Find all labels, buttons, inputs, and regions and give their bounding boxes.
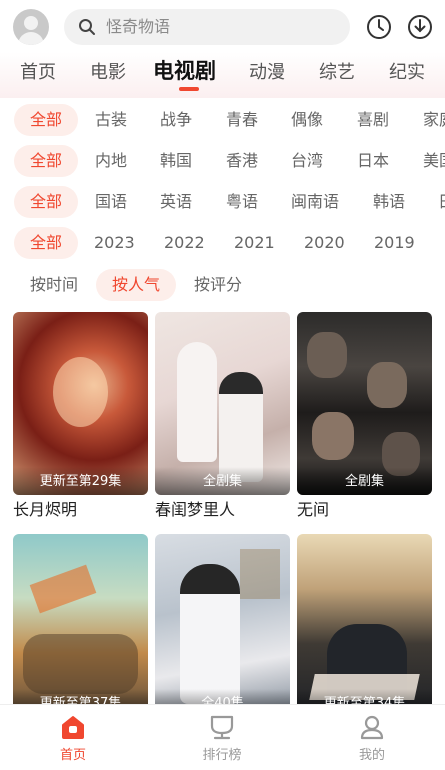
show-title: 长月烬明 [13, 500, 78, 519]
year-filter-row: 全部 2023 2022 2021 2020 2019 [0, 227, 445, 259]
language-filter-row: 全部 国语 英语 粤语 闽南语 韩语 日语 [0, 186, 445, 218]
year-chip[interactable]: 2021 [234, 227, 275, 259]
region-chip[interactable]: 韩国 [160, 145, 192, 177]
year-chip-all[interactable]: 全部 [14, 227, 79, 259]
poster-art [240, 549, 280, 599]
year-chip[interactable]: 2022 [164, 227, 205, 259]
language-chip[interactable]: 韩语 [373, 186, 405, 218]
bottom-navigation: 首页 排行榜 我的 [0, 704, 445, 770]
genre-filter-row: 全部 古装 战争 青春 偶像 喜剧 家庭 [0, 104, 445, 136]
poster-art [180, 564, 240, 704]
show-poster[interactable]: 更新至第34集 [297, 534, 432, 704]
sort-row: 按时间 按人气 按评分 [0, 269, 445, 301]
poster-art [177, 342, 217, 462]
poster-art [367, 362, 407, 408]
year-chip[interactable]: 2023 [94, 227, 135, 259]
episode-badge: 更新至第34集 [297, 689, 432, 704]
genre-chip[interactable]: 喜剧 [357, 104, 389, 136]
language-chip-all[interactable]: 全部 [14, 186, 79, 218]
show-poster[interactable]: 更新至第29集 [13, 312, 148, 495]
region-chip[interactable]: 内地 [95, 145, 127, 177]
episode-badge: 全剧集 [297, 467, 432, 495]
region-filter-row: 全部 内地 韩国 香港 台湾 日本 美国 [0, 145, 445, 177]
tab-tv-series[interactable]: 电视剧 [153, 58, 216, 84]
region-chip[interactable]: 香港 [226, 145, 258, 177]
nav-ranking-label: 排行榜 [202, 748, 242, 763]
avatar-body-shape [18, 32, 44, 45]
poster-art [23, 634, 138, 694]
show-poster[interactable]: 全剧集 [155, 312, 290, 495]
sort-by-time[interactable]: 按时间 [30, 269, 78, 301]
episode-badge: 全40集 [155, 689, 290, 704]
region-chip-all[interactable]: 全部 [14, 145, 79, 177]
ranking-icon [210, 715, 234, 740]
avatar-head-shape [24, 16, 38, 30]
home-icon [62, 716, 84, 739]
nav-profile-label: 我的 [358, 748, 385, 763]
tab-movies[interactable]: 电影 [90, 60, 126, 86]
language-chip[interactable]: 英语 [160, 186, 192, 218]
show-title: 春闺梦里人 [155, 500, 236, 519]
language-chip[interactable]: 国语 [95, 186, 127, 218]
profile-icon [360, 715, 384, 740]
region-chip[interactable]: 美国 [423, 145, 445, 177]
language-chip[interactable]: 闽南语 [291, 186, 339, 218]
genre-chip[interactable]: 偶像 [291, 104, 323, 136]
history-clock-icon[interactable] [365, 13, 393, 41]
show-title: 无间 [297, 500, 330, 519]
tab-documentary[interactable]: 纪实 [389, 60, 425, 86]
show-grid: 更新至第29集 长月烬明 全剧集 春闺梦里人 全剧集 无间 更新至第37集 全4… [0, 312, 445, 704]
poster-art [53, 357, 108, 427]
sort-by-rating[interactable]: 按评分 [194, 269, 242, 301]
show-poster[interactable]: 更新至第37集 [13, 534, 148, 704]
episode-badge: 全剧集 [155, 467, 290, 495]
nav-ranking[interactable]: 排行榜 [172, 705, 272, 770]
nav-home-label: 首页 [59, 748, 86, 763]
genre-chip-all[interactable]: 全部 [14, 104, 79, 136]
show-poster[interactable]: 全剧集 [297, 312, 432, 495]
episode-badge: 更新至第37集 [13, 689, 148, 704]
active-tab-indicator [179, 87, 199, 91]
top-bar: 怪奇物语 [0, 0, 445, 52]
region-chip[interactable]: 日本 [357, 145, 389, 177]
tab-anime[interactable]: 动漫 [249, 60, 285, 86]
poster-art [307, 332, 347, 378]
year-chip[interactable]: 2020 [304, 227, 345, 259]
poster-art [219, 372, 263, 482]
sort-by-popularity[interactable]: 按人气 [96, 269, 177, 301]
user-avatar[interactable] [13, 9, 49, 45]
filter-panel: 全部 古装 战争 青春 偶像 喜剧 家庭 全部 内地 韩国 香港 台湾 日本 美… [0, 98, 445, 310]
poster-art [312, 412, 354, 460]
tab-variety[interactable]: 综艺 [319, 60, 355, 86]
genre-chip[interactable]: 古装 [95, 104, 127, 136]
search-placeholder: 怪奇物语 [106, 17, 171, 36]
channel-tabs: 首页 电影 电视剧 动漫 综艺 纪实 [0, 52, 445, 98]
search-icon [79, 19, 95, 35]
genre-chip[interactable]: 家庭 [423, 104, 445, 136]
tab-home[interactable]: 首页 [20, 60, 56, 86]
show-poster[interactable]: 全40集 [155, 534, 290, 704]
nav-profile[interactable]: 我的 [322, 705, 422, 770]
year-chip[interactable]: 2019 [374, 227, 415, 259]
genre-chip[interactable]: 战争 [160, 104, 192, 136]
nav-home[interactable]: 首页 [23, 705, 123, 770]
download-icon[interactable] [406, 13, 434, 41]
search-bar[interactable]: 怪奇物语 [64, 9, 350, 45]
genre-chip[interactable]: 青春 [226, 104, 258, 136]
region-chip[interactable]: 台湾 [291, 145, 323, 177]
language-chip[interactable]: 粤语 [226, 186, 258, 218]
language-chip[interactable]: 日语 [438, 186, 445, 218]
episode-badge: 更新至第29集 [13, 467, 148, 495]
poster-art [29, 564, 97, 614]
